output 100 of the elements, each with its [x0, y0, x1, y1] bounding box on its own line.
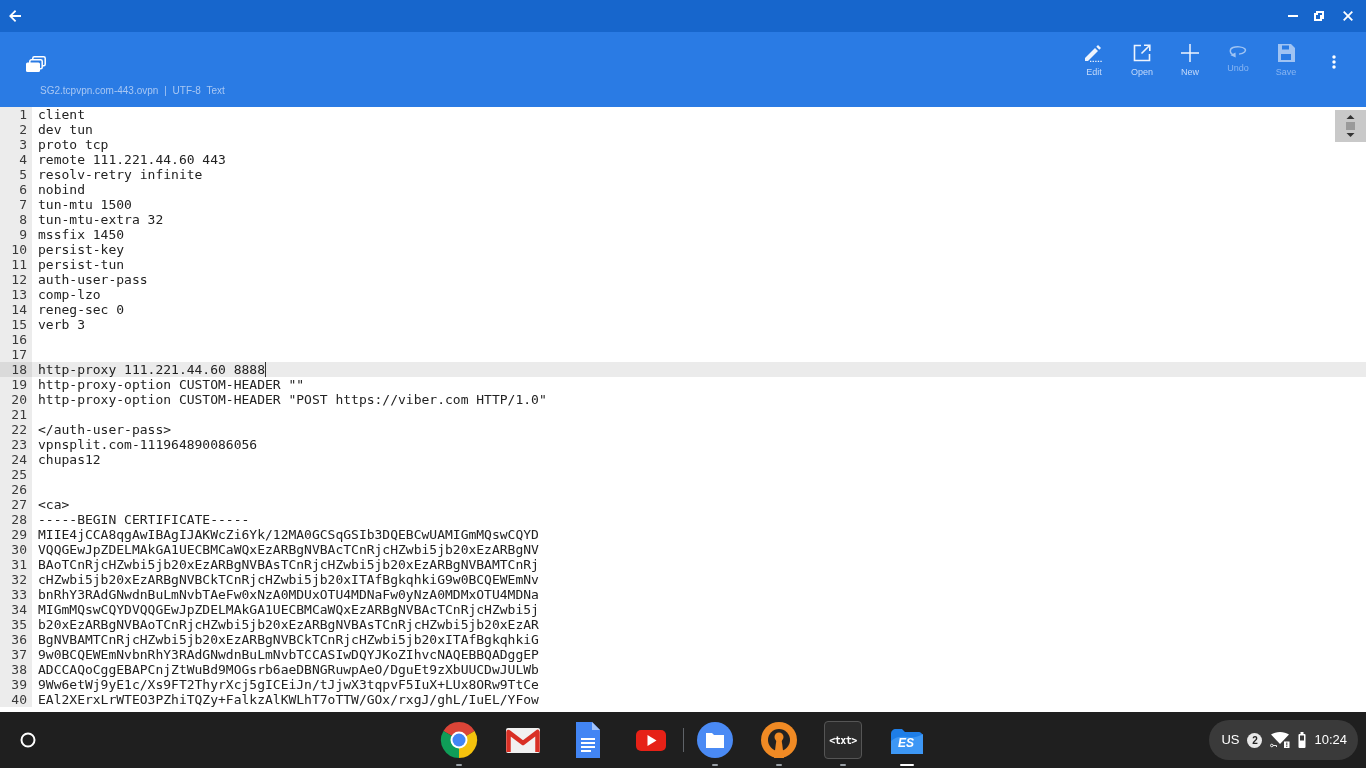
code-text: nobind: [37, 182, 85, 197]
code-text: resolv-retry infinite: [37, 167, 203, 182]
input-method-label: US: [1221, 731, 1240, 750]
back-icon[interactable]: [9, 10, 21, 22]
line-number: 20: [0, 392, 32, 407]
code-text: tun-mtu 1500: [37, 197, 132, 212]
code-text: EAl2XErxLrWTEO3PZhiTQZy+FalkzAlKWLhT7oTTW/GOx/rxgJ/ghL/IuEL/YFow: [37, 692, 539, 707]
line-number: 6: [0, 182, 32, 197]
notification-count: 2: [1247, 732, 1263, 748]
external-link-icon: [1133, 44, 1151, 62]
save-icon: [1277, 44, 1295, 62]
code-text: http-proxy-option CUSTOM-HEADER "POST https://viber.com HTTP/1.0": [37, 392, 547, 407]
folder-icon[interactable]: [696, 721, 734, 759]
line-number: 10: [0, 242, 32, 257]
status-area[interactable]: US 2 10:24: [1209, 720, 1358, 760]
line-number: 9: [0, 227, 32, 242]
code-text: client: [37, 107, 85, 122]
code-text: remote 111.221.44.60 443: [37, 152, 226, 167]
pencil-icon: [1084, 44, 1104, 62]
code-text: VQQGEwJpZDELMAkGA1UECBMCaWQxEzARBgNVBAcTCnRjcHZwbi5jb20xEzARBgNV: [37, 542, 539, 557]
more-icon: [1331, 55, 1337, 69]
text-cursor: [265, 362, 266, 377]
code-text: cHZwbi5jb20xEzARBgNVBCkTCnRjcHZwbi5jb20xITAfBgkqhkiG9w0BCQEWEmNv: [37, 572, 539, 587]
line-number: 14: [0, 302, 32, 317]
line-number: 7: [0, 197, 32, 212]
line-number: 40: [0, 692, 32, 707]
line-number: 16: [0, 332, 32, 347]
line-number: 38: [0, 662, 32, 677]
line-number: 35: [0, 617, 32, 632]
file-info-text: SG2.tcpvpn.com-443.ovpn | UTF-8 Text: [39, 85, 225, 97]
stacked-windows-icon[interactable]: [26, 56, 46, 72]
line-number: 22: [0, 422, 32, 437]
line-number: 31: [0, 557, 32, 572]
code-text: vpnsplit.com-111964890086056: [37, 437, 258, 452]
code-text: auth-user-pass: [37, 272, 148, 287]
code-text: tun-mtu-extra 32: [37, 212, 164, 227]
line-number: 26: [0, 482, 32, 497]
line-number: 33: [0, 587, 32, 602]
wifi-warning-icon: [1270, 732, 1291, 748]
code-text: ADCCAQoCggEBAPCnjZtWuBd9MOGsrb6aeDBNGRuwpAeO/DguEt9zXbUUCDwJULWb: [37, 662, 539, 677]
code-text: proto tcp: [37, 137, 109, 152]
code-text: chupas12: [37, 452, 101, 467]
line-number: 4: [0, 152, 32, 167]
code-text: dev tun: [37, 122, 93, 137]
keyhole-icon[interactable]: [760, 721, 798, 759]
code-text: persist-key: [37, 242, 125, 257]
logo-text: ES: [898, 737, 914, 750]
undo-icon: [1228, 44, 1248, 58]
line-number: 29: [0, 527, 32, 542]
line-number: 23: [0, 437, 32, 452]
line-number: 19: [0, 377, 32, 392]
line-number: 8: [0, 212, 32, 227]
code-text: 9Ww6etWj9yE1c/Xs9FT2ThyrXcj5gICEiJn/tJjwX3tqpvF5IuX+LUx8ORw9TtCe: [37, 677, 539, 692]
code-text: http-proxy-option CUSTOM-HEADER "": [37, 377, 305, 392]
code-text: <ca>: [37, 497, 70, 512]
code-text: -----BEGIN CERTIFICATE-----: [37, 512, 250, 527]
code-text: BgNVBAMTCnRjcHZwbi5jb20xEzARBgNVBCkTCnRjcHZwbi5jb20xITAfBgkqhkiG: [37, 632, 539, 647]
line-number: 18: [0, 362, 32, 377]
line-number: 11: [0, 257, 32, 272]
line-number: 3: [0, 137, 32, 152]
line-number: 36: [0, 632, 32, 647]
code-text: BAoTCnRjcHZwbi5jb20xEzARBgNVBAsTCnRjcHZwbi5jb20xEzARBgNVBAMTCnRj: [37, 557, 539, 572]
ring-app-icon[interactable]: [440, 721, 478, 759]
line-number: 15: [0, 317, 32, 332]
line-number: 12: [0, 272, 32, 287]
line-number: 25: [0, 467, 32, 482]
code-text: verb 3: [37, 317, 85, 332]
line-number: 34: [0, 602, 32, 617]
code-text: comp-lzo: [37, 287, 101, 302]
line-number: 32: [0, 572, 32, 587]
edit-button[interactable]: Edit: [1070, 44, 1118, 78]
code-text: MIIE4jCCA8qgAwIBAgIJAKWcZi6Yk/12MA0GCSqGSIb3DQEBCwUAMIGmMQswCQYD: [37, 527, 539, 542]
close-icon[interactable]: [1343, 11, 1353, 21]
new-button[interactable]: New: [1166, 44, 1214, 78]
line-number: 17: [0, 347, 32, 362]
scrollbar-thumb[interactable]: [1335, 110, 1366, 142]
plus-icon: [1181, 44, 1199, 62]
line-number: 24: [0, 452, 32, 467]
line-number: 28: [0, 512, 32, 527]
code-text: bnRhY3RAdGNwdnBuLmNvbTAeFw0xNzA0MDUxOTU4MDNaFw0yNzA0MDMxOTU4MDNa: [37, 587, 539, 602]
restore-icon[interactable]: [1314, 11, 1324, 21]
battery-icon: [1298, 732, 1307, 748]
code-text: persist-tun: [37, 257, 125, 272]
text-app-button[interactable]: <txt>: [824, 721, 862, 759]
line-number: 37: [0, 647, 32, 662]
code-text: 9w0BCQEWEmNvbnRhY3RAdGNwdnBuLmNvbTCCASIwDQYJKoZIhvcNAQEBBQADggEP: [37, 647, 539, 662]
open-button[interactable]: Open: [1118, 44, 1166, 78]
line-number: 30: [0, 542, 32, 557]
code-text: MIGmMQswCQYDVQQGEwJpZDELMAkGA1UECBMCaWQxEzARBgNVBAcTCnRjcHZwbi5j: [37, 602, 539, 617]
line-number: 39: [0, 677, 32, 692]
line-number: 13: [0, 287, 32, 302]
clock-time: 10:24: [1314, 731, 1347, 750]
line-number: 27: [0, 497, 32, 512]
line-number: 1: [0, 107, 32, 122]
code-text: </auth-user-pass>: [37, 422, 172, 437]
line-number: 2: [0, 122, 32, 137]
code-text: http-proxy 111.221.44.60 8888: [37, 362, 265, 377]
line-number: 5: [0, 167, 32, 182]
line-number: 21: [0, 407, 32, 422]
code-text: reneg-sec 0: [37, 302, 125, 317]
